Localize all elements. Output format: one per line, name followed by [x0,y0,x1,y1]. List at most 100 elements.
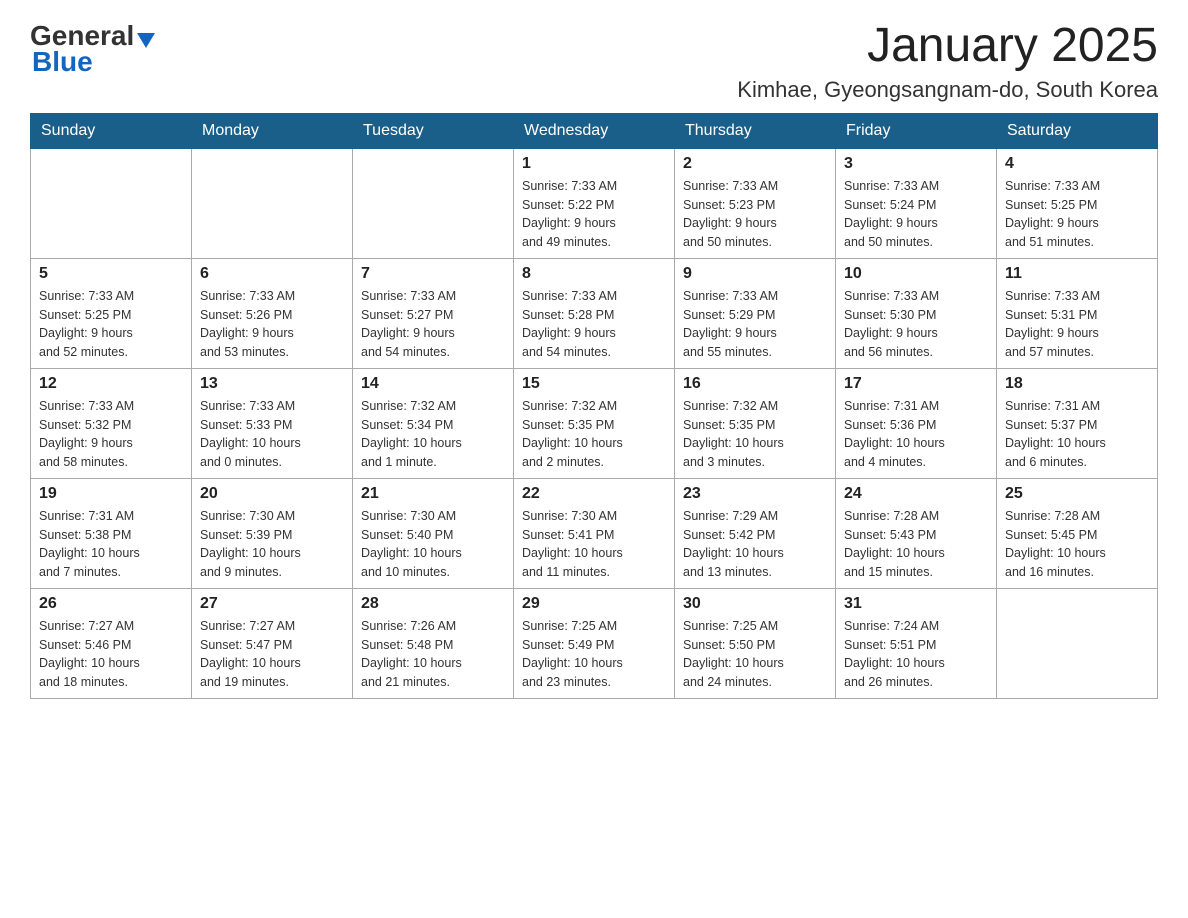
calendar-cell: 16 Sunrise: 7:32 AM Sunset: 5:35 PM Dayli… [675,368,836,478]
day-info: Sunrise: 7:33 AM Sunset: 5:32 PM Dayligh… [39,397,183,472]
column-header-friday: Friday [836,113,997,148]
week-row-1: 1Sunrise: 7:33 AM Sunset: 5:22 PM Daylig… [31,148,1158,258]
week-row-5: 26 Sunrise: 7:27 AM Sunset: 5:46 PM Dayli… [31,588,1158,698]
day-info: Sunrise: 7:30 AM Sunset: 5:39 PM Dayligh… [200,507,344,582]
week-row-2: 5 Sunrise: 7:33 AM Sunset: 5:25 PM Daylig… [31,258,1158,368]
day-number: 12 [39,375,183,393]
day-number: 10 [844,265,988,283]
day-info: Sunrise: 7:25 AM Sunset: 5:50 PM Dayligh… [683,617,827,692]
column-header-sunday: Sunday [31,113,192,148]
calendar-cell: 8 Sunrise: 7:33 AM Sunset: 5:28 PM Daylig… [514,258,675,368]
day-info: Sunrise: 7:27 AM Sunset: 5:47 PM Dayligh… [200,617,344,692]
day-number: 29 [522,595,666,613]
day-info: Sunrise: 7:30 AM Sunset: 5:40 PM Dayligh… [361,507,505,582]
day-info: Sunrise: 7:27 AM Sunset: 5:46 PM Dayligh… [39,617,183,692]
day-info: Sunrise: 7:25 AM Sunset: 5:49 PM Dayligh… [522,617,666,692]
calendar-cell: 28 Sunrise: 7:26 AM Sunset: 5:48 PM Dayli… [353,588,514,698]
day-info: Sunrise: 7:33 AM Sunset: 5:29 PM Dayligh… [683,287,827,362]
day-info: Sunrise: 7:33 AM Sunset: 5:27 PM Dayligh… [361,287,505,362]
day-number: 4 [1005,155,1149,173]
logo-blue: Blue [30,46,93,78]
day-info: Sunrise: 7:33 AM Sunset: 5:28 PM Dayligh… [522,287,666,362]
day-number: 13 [200,375,344,393]
day-number: 26 [39,595,183,613]
calendar-table: SundayMondayTuesdayWednesdayThursdayFrid… [30,113,1158,699]
calendar-cell: 26 Sunrise: 7:27 AM Sunset: 5:46 PM Dayli… [31,588,192,698]
day-number: 21 [361,485,505,503]
page-header: General Blue January 2025 Kimhae, Gyeong… [30,20,1158,103]
calendar-cell: 27Sunrise: 7:27 AM Sunset: 5:47 PM Dayli… [192,588,353,698]
calendar-cell: 17Sunrise: 7:31 AM Sunset: 5:36 PM Dayli… [836,368,997,478]
column-header-tuesday: Tuesday [353,113,514,148]
day-number: 14 [361,375,505,393]
logo-triangle-icon [137,33,155,48]
day-info: Sunrise: 7:33 AM Sunset: 5:24 PM Dayligh… [844,177,988,252]
column-header-thursday: Thursday [675,113,836,148]
day-info: Sunrise: 7:24 AM Sunset: 5:51 PM Dayligh… [844,617,988,692]
calendar-cell [31,148,192,258]
day-number: 20 [200,485,344,503]
column-header-wednesday: Wednesday [514,113,675,148]
day-number: 19 [39,485,183,503]
day-number: 24 [844,485,988,503]
day-number: 9 [683,265,827,283]
calendar-cell: 11Sunrise: 7:33 AM Sunset: 5:31 PM Dayli… [997,258,1158,368]
calendar-cell: 15Sunrise: 7:32 AM Sunset: 5:35 PM Dayli… [514,368,675,478]
calendar-cell: 18 Sunrise: 7:31 AM Sunset: 5:37 PM Dayli… [997,368,1158,478]
day-info: Sunrise: 7:33 AM Sunset: 5:22 PM Dayligh… [522,177,666,252]
day-info: Sunrise: 7:31 AM Sunset: 5:37 PM Dayligh… [1005,397,1149,472]
calendar-cell: 12 Sunrise: 7:33 AM Sunset: 5:32 PM Dayli… [31,368,192,478]
day-number: 8 [522,265,666,283]
logo: General Blue [30,20,155,78]
day-number: 15 [522,375,666,393]
calendar-cell: 24 Sunrise: 7:28 AM Sunset: 5:43 PM Dayli… [836,478,997,588]
day-number: 25 [1005,485,1149,503]
day-info: Sunrise: 7:26 AM Sunset: 5:48 PM Dayligh… [361,617,505,692]
day-number: 5 [39,265,183,283]
day-info: Sunrise: 7:32 AM Sunset: 5:34 PM Dayligh… [361,397,505,472]
day-info: Sunrise: 7:33 AM Sunset: 5:30 PM Dayligh… [844,287,988,362]
day-info: Sunrise: 7:31 AM Sunset: 5:38 PM Dayligh… [39,507,183,582]
day-number: 17 [844,375,988,393]
calendar-cell: 2Sunrise: 7:33 AM Sunset: 5:23 PM Daylig… [675,148,836,258]
day-number: 3 [844,155,988,173]
day-info: Sunrise: 7:28 AM Sunset: 5:43 PM Dayligh… [844,507,988,582]
day-number: 16 [683,375,827,393]
calendar-cell [192,148,353,258]
day-info: Sunrise: 7:28 AM Sunset: 5:45 PM Dayligh… [1005,507,1149,582]
day-number: 7 [361,265,505,283]
day-info: Sunrise: 7:33 AM Sunset: 5:33 PM Dayligh… [200,397,344,472]
calendar-cell: 30Sunrise: 7:25 AM Sunset: 5:50 PM Dayli… [675,588,836,698]
day-info: Sunrise: 7:32 AM Sunset: 5:35 PM Dayligh… [683,397,827,472]
calendar-cell: 14 Sunrise: 7:32 AM Sunset: 5:34 PM Dayli… [353,368,514,478]
calendar-cell [997,588,1158,698]
calendar-cell: 29 Sunrise: 7:25 AM Sunset: 5:49 PM Dayli… [514,588,675,698]
calendar-cell: 5 Sunrise: 7:33 AM Sunset: 5:25 PM Daylig… [31,258,192,368]
calendar-cell: 4Sunrise: 7:33 AM Sunset: 5:25 PM Daylig… [997,148,1158,258]
day-info: Sunrise: 7:33 AM Sunset: 5:25 PM Dayligh… [39,287,183,362]
month-title: January 2025 [737,20,1158,73]
calendar-cell: 3 Sunrise: 7:33 AM Sunset: 5:24 PM Daylig… [836,148,997,258]
calendar-cell: 9 Sunrise: 7:33 AM Sunset: 5:29 PM Daylig… [675,258,836,368]
day-info: Sunrise: 7:29 AM Sunset: 5:42 PM Dayligh… [683,507,827,582]
day-info: Sunrise: 7:33 AM Sunset: 5:26 PM Dayligh… [200,287,344,362]
calendar-cell: 1Sunrise: 7:33 AM Sunset: 5:22 PM Daylig… [514,148,675,258]
calendar-cell: 22Sunrise: 7:30 AM Sunset: 5:41 PM Dayli… [514,478,675,588]
day-number: 2 [683,155,827,173]
week-row-4: 19 Sunrise: 7:31 AM Sunset: 5:38 PM Dayli… [31,478,1158,588]
calendar-header-row: SundayMondayTuesdayWednesdayThursdayFrid… [31,113,1158,148]
calendar-cell: 20 Sunrise: 7:30 AM Sunset: 5:39 PM Dayli… [192,478,353,588]
day-number: 23 [683,485,827,503]
column-header-monday: Monday [192,113,353,148]
calendar-cell: 7 Sunrise: 7:33 AM Sunset: 5:27 PM Daylig… [353,258,514,368]
calendar-cell: 25 Sunrise: 7:28 AM Sunset: 5:45 PM Dayli… [997,478,1158,588]
location-title: Kimhae, Gyeongsangnam-do, South Korea [737,77,1158,103]
calendar-cell: 19 Sunrise: 7:31 AM Sunset: 5:38 PM Dayli… [31,478,192,588]
calendar-cell: 6Sunrise: 7:33 AM Sunset: 5:26 PM Daylig… [192,258,353,368]
day-number: 31 [844,595,988,613]
day-number: 18 [1005,375,1149,393]
column-header-saturday: Saturday [997,113,1158,148]
day-number: 11 [1005,265,1149,283]
calendar-cell: 10 Sunrise: 7:33 AM Sunset: 5:30 PM Dayli… [836,258,997,368]
day-number: 28 [361,595,505,613]
